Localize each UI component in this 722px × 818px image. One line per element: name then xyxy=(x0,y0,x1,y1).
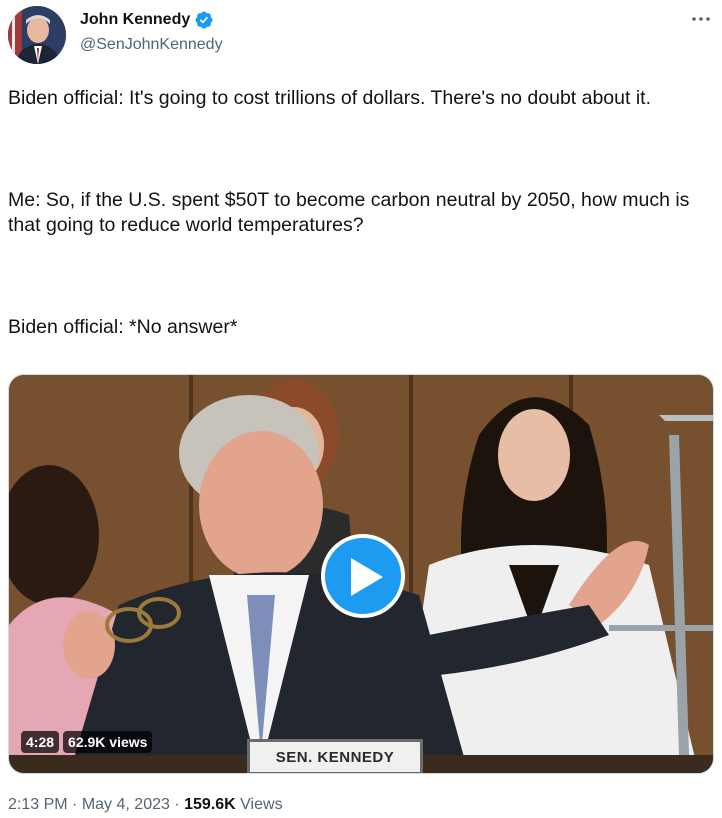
video-player[interactable]: 4:28 62.9K views SEN. KENNEDY xyxy=(8,374,714,774)
play-button[interactable] xyxy=(321,534,405,618)
avatar[interactable] xyxy=(8,6,66,64)
tweet-time[interactable]: 2:13 PM xyxy=(8,796,68,813)
author-handle[interactable]: @SenJohnKennedy xyxy=(80,36,223,54)
video-duration: 4:28 xyxy=(21,731,60,753)
author-display-name[interactable]: John Kennedy xyxy=(80,11,190,29)
tweet-card: John Kennedy @SenJohnKennedy Biden offic… xyxy=(0,0,722,818)
tweet-meta: 2:13 PM · May 4, 2023 · 159.6K Views xyxy=(8,796,283,814)
views-label: Views xyxy=(240,796,283,813)
views-count: 159.6K xyxy=(184,796,236,813)
nameplate: SEN. KENNEDY xyxy=(247,739,423,773)
meta-separator: · xyxy=(174,796,180,813)
author-name-row: John Kennedy xyxy=(80,10,214,30)
tweet-paragraph: Me: So, if the U.S. spent $50T to become… xyxy=(8,189,695,236)
more-options-icon[interactable] xyxy=(690,8,712,30)
play-icon xyxy=(351,558,383,596)
tweet-paragraph: Biden official: It's going to cost trill… xyxy=(8,87,652,109)
avatar-photo xyxy=(8,6,66,64)
tweet-date[interactable]: May 4, 2023 xyxy=(82,796,170,813)
video-views: 62.9K views xyxy=(63,731,153,753)
tweet-text: Biden official: It's going to cost trill… xyxy=(8,86,716,340)
tweet-paragraph: Biden official: *No answer* xyxy=(8,316,238,338)
verified-badge-icon xyxy=(195,11,213,29)
video-info: 4:28 62.9K views xyxy=(21,731,153,753)
meta-separator: · xyxy=(72,796,78,813)
